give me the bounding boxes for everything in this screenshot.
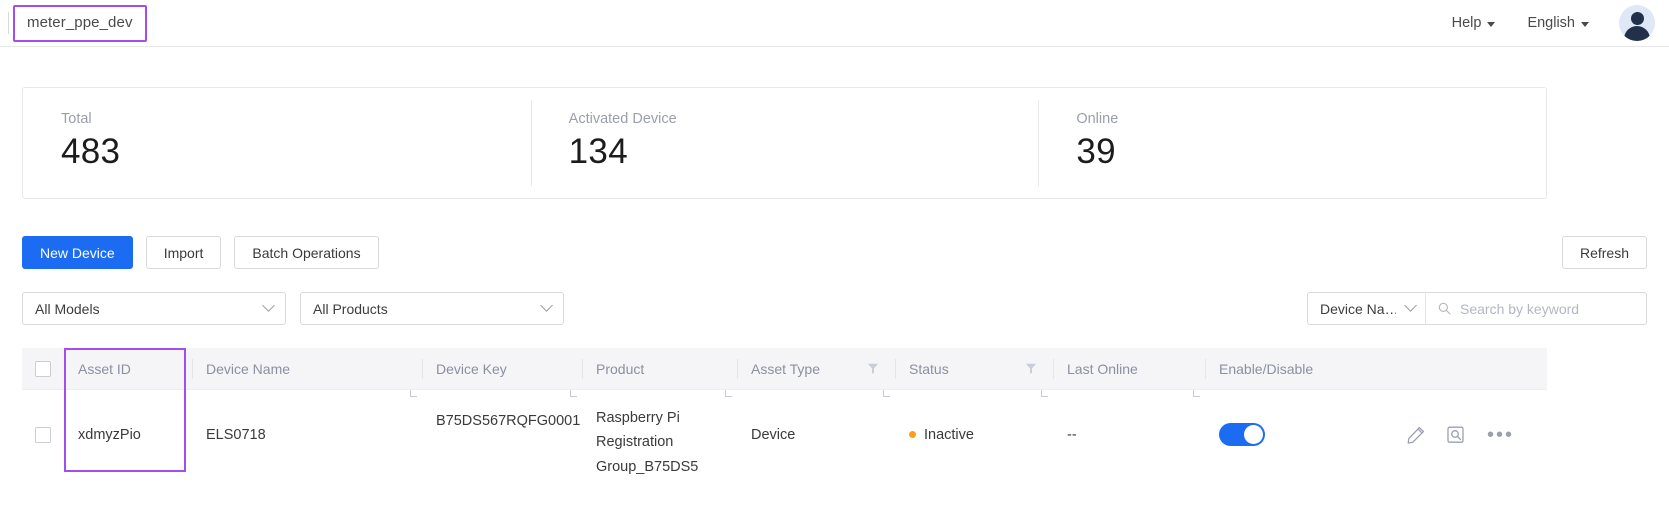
row-action-group: •••	[1407, 425, 1514, 445]
status-dot-icon	[909, 431, 916, 439]
search-input-wrap	[1426, 293, 1646, 324]
toolbar-actions: New Device Import Batch Operations	[22, 236, 379, 269]
cell-asset-type: Device	[751, 426, 796, 443]
stat-value: 483	[61, 132, 121, 171]
search-field-label: Device Na…	[1320, 300, 1396, 317]
enable-toggle[interactable]	[1219, 423, 1265, 447]
column-resize-handle[interactable]	[570, 389, 577, 397]
status-filter-button[interactable]	[1025, 363, 1037, 374]
filter-icon	[867, 363, 879, 374]
chevron-down-icon	[540, 299, 553, 312]
stat-total: Total 483	[23, 88, 531, 198]
column-label: Asset Type	[751, 360, 821, 377]
avatar-body	[1624, 26, 1650, 41]
search-group: Device Na…	[1307, 292, 1647, 325]
column-label: Product	[596, 360, 645, 377]
cell-device-key: B75DS567RQFG0001	[436, 413, 581, 430]
products-filter-label: All Products	[313, 300, 388, 317]
cell-operations: •••	[1393, 393, 1547, 476]
search-input[interactable]	[1460, 300, 1636, 317]
column-header-asset-type[interactable]: Asset Type	[737, 348, 895, 397]
chevron-down-icon	[1487, 21, 1496, 27]
column-resize-handle[interactable]	[410, 389, 417, 397]
stat-value: 39	[1076, 132, 1116, 171]
log-search-icon[interactable]	[1447, 426, 1465, 444]
column-header-device-key[interactable]: Device Key	[422, 348, 582, 397]
column-header-operations	[1393, 348, 1547, 390]
models-filter-select[interactable]: All Models	[22, 292, 286, 325]
refresh-button[interactable]: Refresh	[1561, 236, 1647, 269]
select-all-header	[22, 348, 64, 390]
chevron-down-icon	[262, 299, 275, 312]
new-device-button[interactable]: New Device	[22, 236, 133, 269]
search-icon	[1438, 302, 1451, 315]
stat-label: Total	[61, 111, 92, 127]
toggle-knob	[1244, 425, 1263, 445]
asset-type-filter-button[interactable]	[867, 363, 879, 374]
device-table: Asset ID Device Name Device Key Product …	[22, 348, 1547, 480]
stat-label: Online	[1076, 111, 1119, 127]
table-row: xdmyzPio ELS0718 B75DS567RQFG0001 Raspbe…	[22, 390, 1547, 480]
column-resize-handle[interactable]	[1041, 389, 1048, 397]
refresh-button-wrap: Refresh	[1561, 236, 1647, 269]
stat-activated-device: Activated Device 134	[530, 88, 1039, 198]
top-header-bar: meter_ppe_dev Help English	[0, 0, 1669, 47]
column-header-last-online[interactable]: Last Online	[1053, 348, 1205, 397]
cell-asset-id: xdmyzPio	[78, 426, 141, 443]
edit-pencil-icon[interactable]	[1407, 426, 1425, 444]
column-header-product[interactable]: Product	[582, 348, 737, 397]
import-button[interactable]: Import	[145, 236, 222, 269]
batch-operations-button[interactable]: Batch Operations	[234, 236, 379, 269]
column-resize-handle[interactable]	[725, 389, 732, 397]
products-filter-select[interactable]: All Products	[300, 292, 564, 325]
language-menu-label: English	[1527, 15, 1575, 31]
row-checkbox[interactable]	[35, 426, 51, 443]
cell-status: Inactive	[895, 393, 1053, 476]
cell-product: Raspberry Pi Registration Group_B75DS5	[596, 410, 699, 475]
help-menu[interactable]: Help	[1436, 15, 1512, 31]
column-resize-handle[interactable]	[883, 389, 890, 397]
filter-icon	[1025, 363, 1037, 374]
column-header-enable-disable[interactable]: Enable/Disable	[1205, 348, 1393, 390]
statistics-card: Total 483 Activated Device 134 Online 39	[22, 87, 1547, 199]
column-label: Status	[909, 360, 949, 377]
search-field-select[interactable]: Device Na…	[1308, 293, 1426, 324]
models-filter-label: All Models	[35, 300, 100, 317]
column-header-asset-id[interactable]: Asset ID	[64, 348, 192, 390]
column-header-status[interactable]: Status	[895, 348, 1053, 397]
row-select-cell	[22, 393, 64, 476]
chevron-down-icon	[1581, 21, 1589, 27]
filter-row: All Models All Products	[22, 292, 564, 325]
help-menu-label: Help	[1451, 15, 1482, 31]
column-resize-handle[interactable]	[1193, 389, 1200, 397]
avatar-head	[1630, 12, 1644, 25]
tenant-selector[interactable]: meter_ppe_dev	[0, 0, 147, 47]
select-all-checkbox[interactable]	[35, 360, 51, 377]
avatar[interactable]	[1619, 5, 1655, 41]
status-badge: Inactive	[924, 426, 974, 443]
column-label: Device Name	[206, 360, 291, 377]
header-actions: Help English	[1436, 0, 1669, 47]
stat-online: Online 39	[1038, 88, 1546, 198]
tenant-divider	[8, 12, 9, 34]
stat-value: 134	[568, 132, 628, 171]
cell-last-online: --	[1067, 426, 1077, 443]
tenant-highlight-box: meter_ppe_dev	[13, 4, 147, 42]
chevron-down-icon	[1404, 299, 1417, 312]
column-label: Enable/Disable	[1219, 360, 1314, 377]
tenant-name-label: meter_ppe_dev	[27, 13, 133, 31]
column-label: Last Online	[1067, 360, 1138, 377]
column-header-device-name[interactable]: Device Name	[192, 348, 422, 397]
column-label: Asset ID	[78, 360, 131, 377]
cell-enable-disable	[1205, 393, 1393, 476]
table-header-row: Asset ID Device Name Device Key Product …	[22, 348, 1547, 397]
more-options-icon[interactable]: •••	[1487, 425, 1514, 445]
column-label: Device Key	[436, 360, 507, 377]
language-menu[interactable]: English	[1511, 15, 1605, 31]
device-list-page: meter_ppe_dev Help English Total 483 Act	[0, 0, 1669, 524]
cell-device-name: ELS0718	[206, 426, 266, 443]
stat-label: Activated Device	[568, 111, 677, 127]
